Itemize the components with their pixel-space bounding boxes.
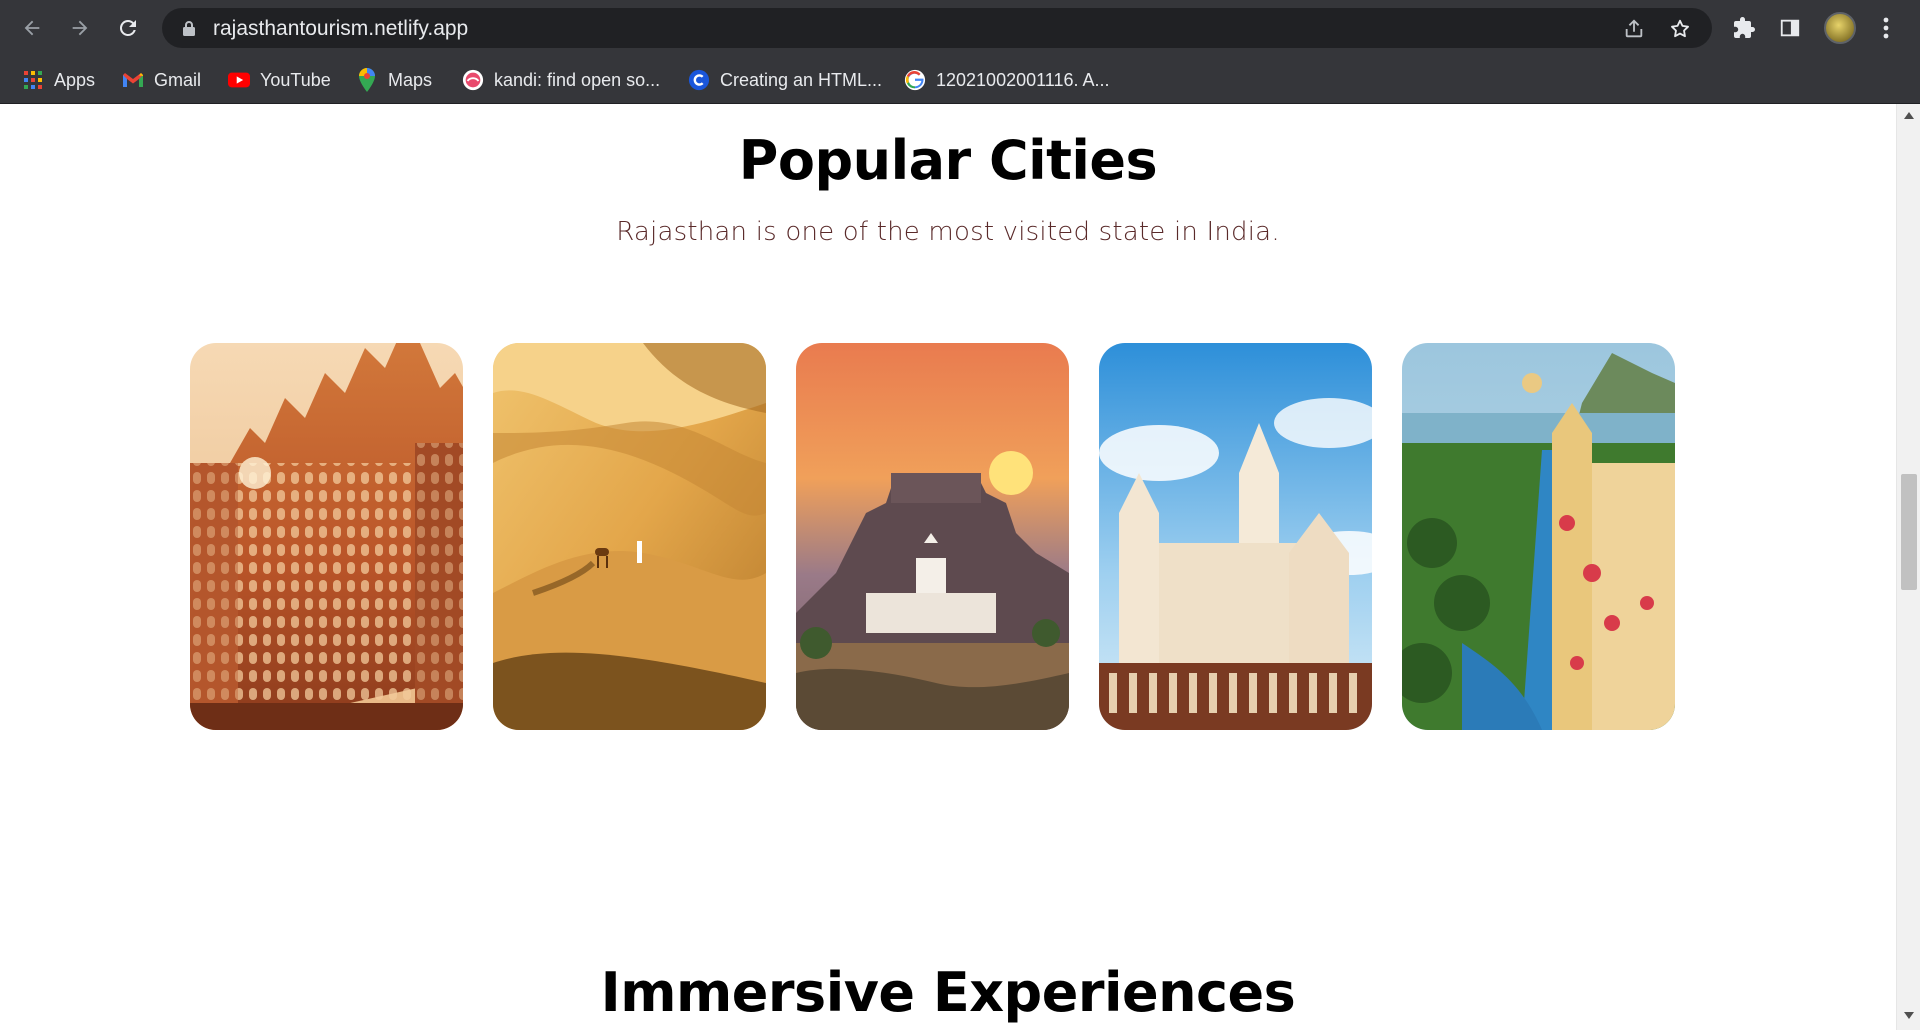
c-logo-icon — [688, 69, 710, 91]
scroll-up-arrow-icon[interactable] — [1904, 112, 1914, 119]
section-title: Popular Cities — [738, 129, 1158, 192]
bookmark-maps[interactable]: Maps — [356, 66, 432, 94]
arrow-right-icon — [72, 20, 88, 36]
lake-palace-pool-image — [1402, 343, 1675, 730]
fort-sunset-image — [796, 343, 1069, 730]
bookmark-label: Creating an HTML... — [720, 69, 883, 90]
reload-button[interactable] — [112, 12, 144, 44]
forward-button[interactable] — [64, 12, 96, 44]
scroll-down-arrow-icon[interactable] — [1904, 1012, 1914, 1019]
bookmark-label: kandi: find open so... — [494, 69, 661, 90]
city-card-4[interactable] — [1099, 343, 1372, 730]
address-bar[interactable]: rajasthantourism.netlify.app — [162, 8, 1712, 48]
bookmark-apps[interactable]: Apps — [22, 66, 95, 94]
white-marble-palace-image — [1099, 343, 1372, 730]
youtube-icon — [228, 69, 250, 91]
more-vert-icon — [1883, 17, 1889, 39]
bookmark-star-button[interactable] — [1667, 16, 1693, 42]
browser-toolbar: rajasthantourism.netlify.app — [0, 0, 1920, 56]
gmail-icon — [122, 69, 144, 91]
puzzle-icon — [1734, 17, 1755, 38]
maps-pin-icon — [356, 68, 378, 92]
star-icon — [1671, 19, 1689, 38]
apps-grid-icon — [22, 69, 44, 91]
city-card-5[interactable] — [1402, 343, 1675, 730]
section-subtitle: Rajasthan is one of the most visited sta… — [616, 217, 1280, 247]
bookmark-kandi[interactable]: kandi: find open so... — [462, 66, 660, 94]
bookmark-creating-html[interactable]: Creating an HTML... — [688, 66, 882, 94]
browser-chrome: rajasthantourism.netlify.app Apps Gmail … — [0, 0, 1920, 104]
city-card-2[interactable] — [493, 343, 766, 730]
back-button[interactable] — [16, 12, 48, 44]
lock-icon — [183, 21, 195, 36]
next-section-title: Immersive Experiences — [600, 961, 1296, 1024]
bookmark-google-doc[interactable]: 12021002001116. A... — [904, 66, 1110, 94]
share-button[interactable] — [1621, 16, 1647, 42]
bookmark-label: Maps — [388, 69, 433, 90]
bookmark-youtube[interactable]: YouTube — [228, 66, 331, 94]
side-panel-button[interactable] — [1774, 12, 1806, 44]
bookmark-label: Apps — [54, 69, 96, 90]
bookmark-label: 12021002001116. A... — [936, 69, 1110, 90]
extensions-button[interactable] — [1728, 12, 1760, 44]
url-text: rajasthantourism.netlify.app — [213, 17, 469, 40]
reload-icon — [119, 19, 136, 36]
side-panel-icon — [1780, 19, 1800, 37]
page-content: Popular Cities Rajasthan is one of the m… — [0, 104, 1896, 1030]
page-scrollbar[interactable] — [1896, 104, 1920, 1030]
scroll-thumb[interactable] — [1901, 474, 1917, 590]
hawa-mahal-palace-image — [190, 343, 463, 730]
bookmark-label: YouTube — [260, 69, 331, 90]
google-icon — [904, 69, 926, 91]
bookmarks-bar: Apps Gmail YouTube Maps kandi: find open… — [0, 56, 1920, 104]
arrow-left-icon — [24, 20, 40, 36]
city-card-1[interactable] — [190, 343, 463, 730]
bookmark-label: Gmail — [154, 69, 202, 90]
desert-dunes-camel-image — [493, 343, 766, 730]
bookmark-gmail[interactable]: Gmail — [122, 66, 201, 94]
kandi-icon — [462, 69, 484, 91]
city-card-3[interactable] — [796, 343, 1069, 730]
share-icon — [1625, 19, 1643, 38]
menu-button[interactable] — [1870, 12, 1902, 44]
profile-avatar[interactable] — [1824, 12, 1856, 44]
